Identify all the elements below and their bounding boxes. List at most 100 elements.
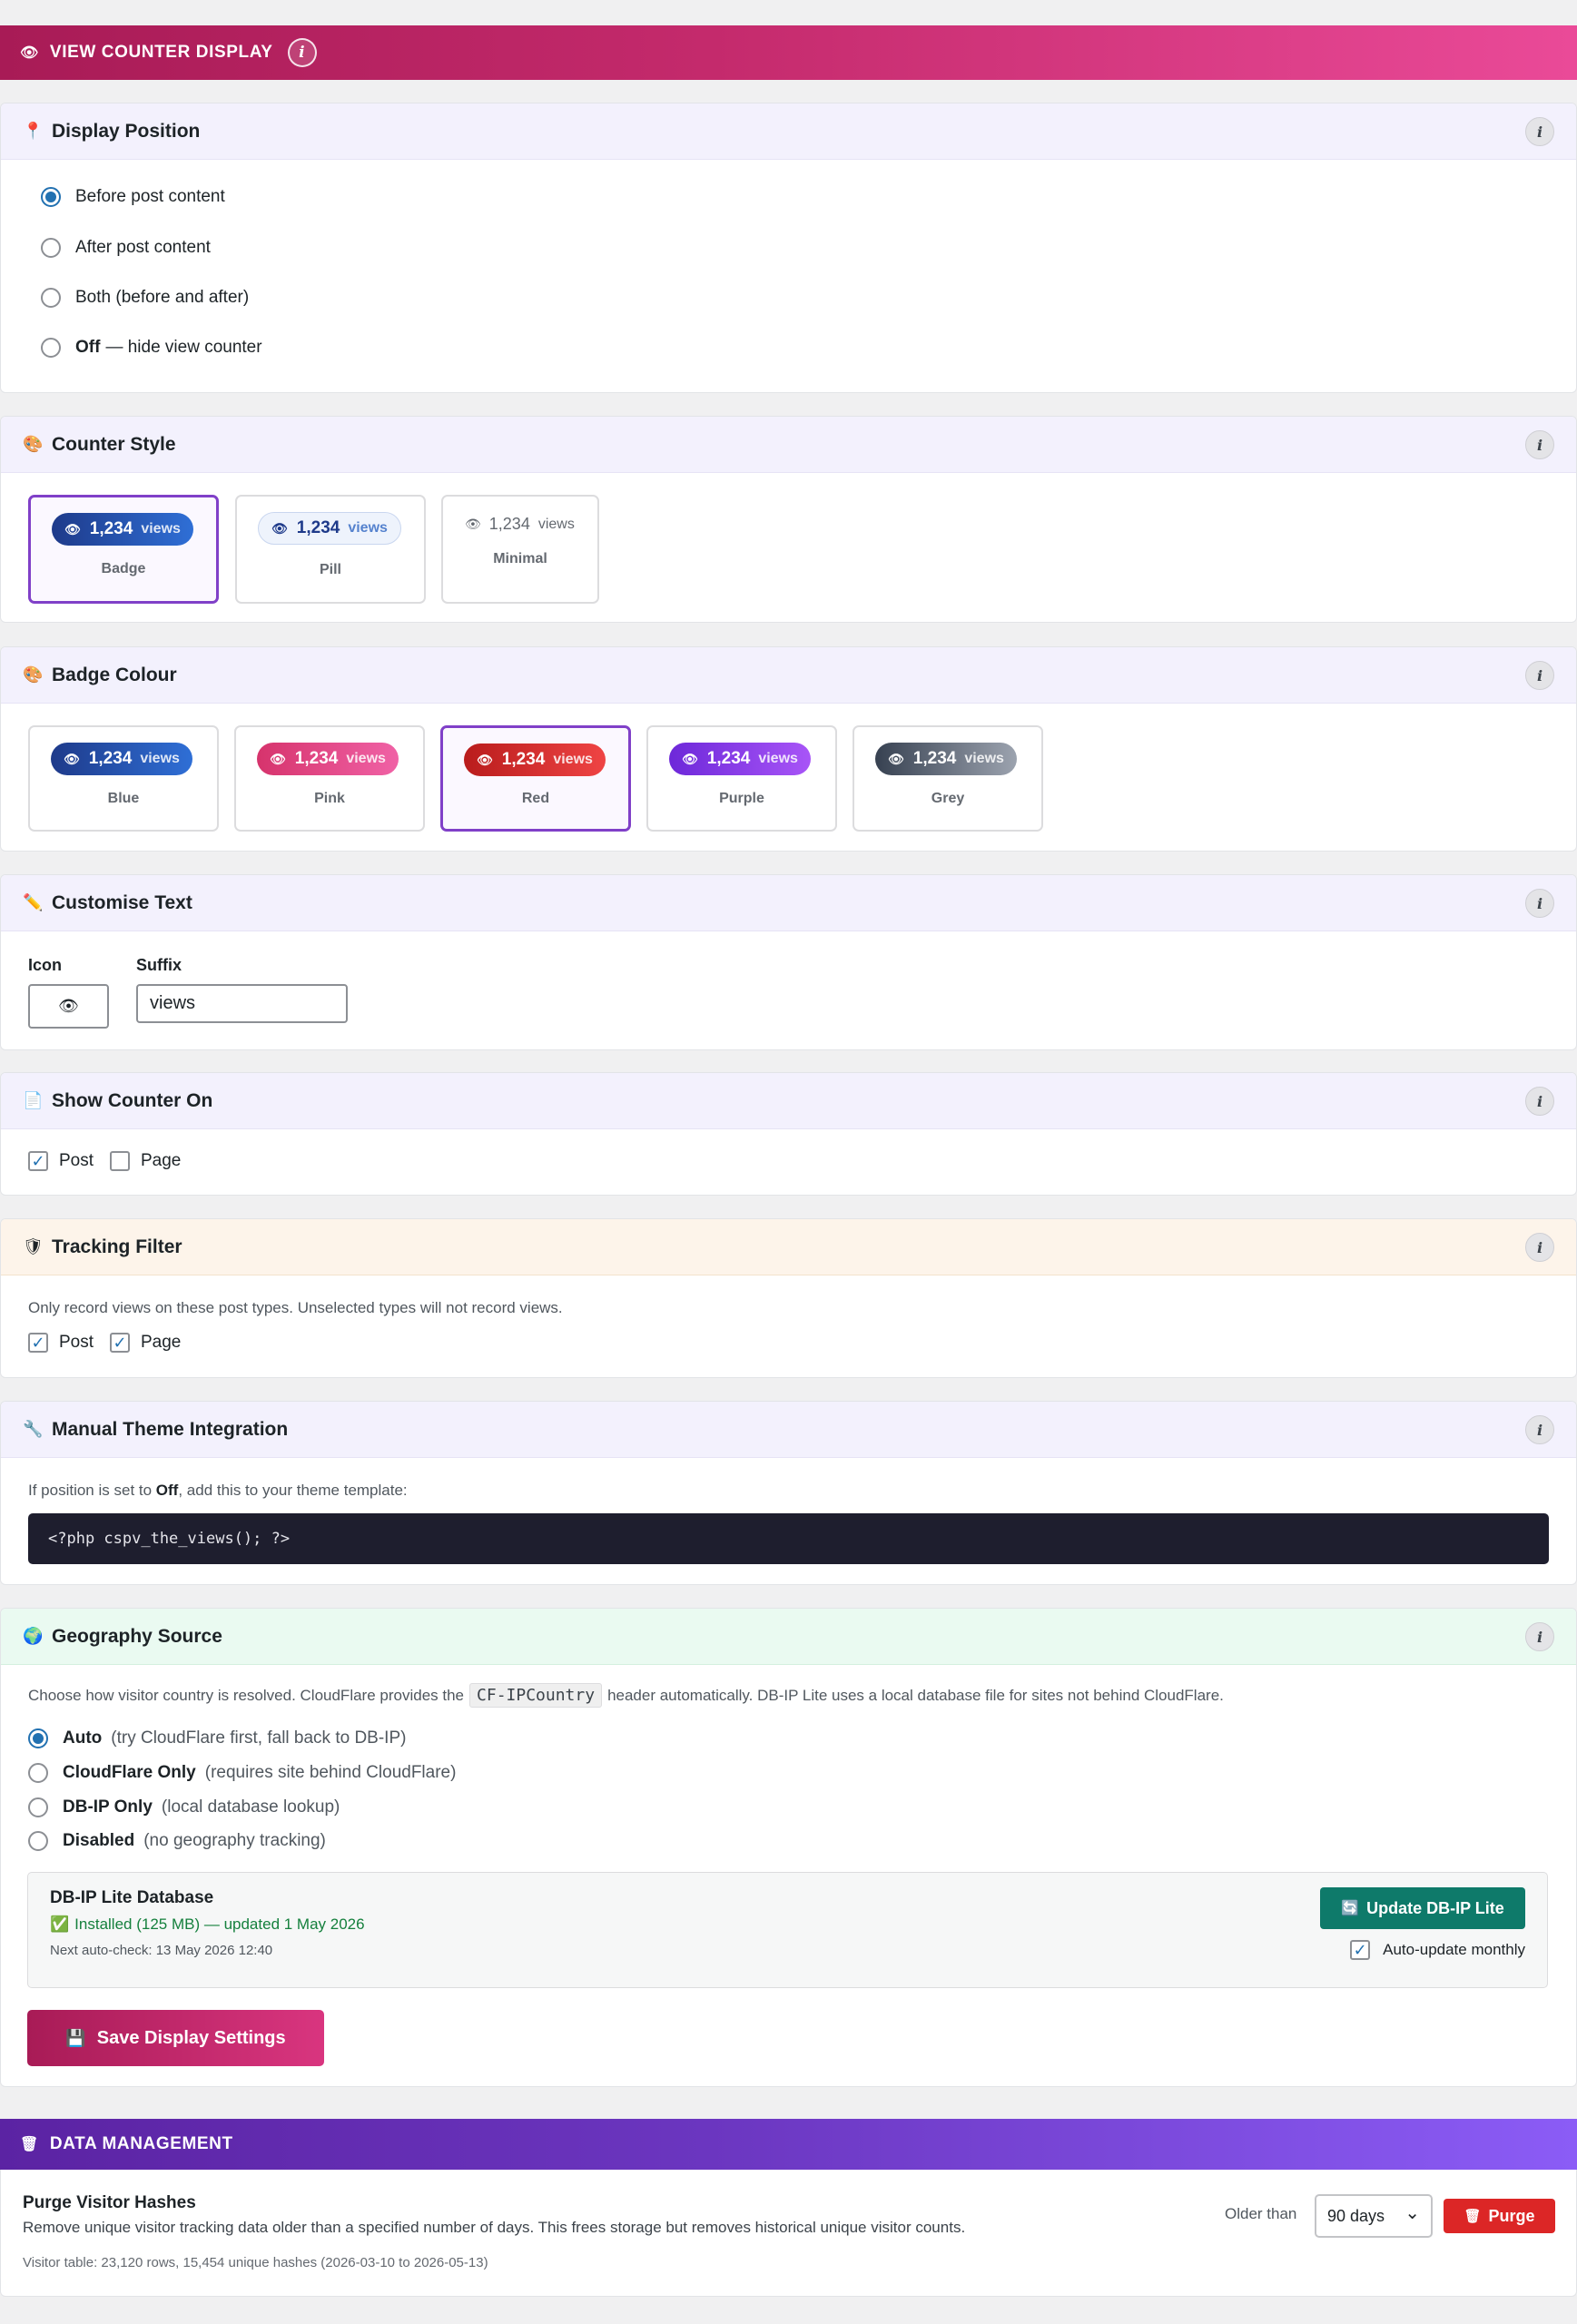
colour-option-pink[interactable]: 👁 1,234 views Pink xyxy=(234,725,425,832)
colour-option-red[interactable]: 👁 1,234 views Red xyxy=(440,725,631,832)
radio-button[interactable] xyxy=(28,1728,48,1748)
eye-icon: 👁 xyxy=(682,751,698,766)
colour-option-grey[interactable]: 👁 1,234 views Grey xyxy=(853,725,1043,832)
pencil-icon: ✏️ xyxy=(23,893,44,911)
preview-suffix: views xyxy=(553,752,593,767)
card-title: Badge Colour xyxy=(52,664,177,685)
db-title: DB-IP Lite Database xyxy=(50,1888,214,1907)
radio-button[interactable] xyxy=(41,238,61,258)
info-icon[interactable]: i xyxy=(1525,1087,1554,1116)
position-option-before[interactable]: Before post content xyxy=(41,187,225,207)
colour-option-purple[interactable]: 👁 1,234 views Purple xyxy=(646,725,837,832)
info-icon[interactable]: i xyxy=(1525,1415,1554,1444)
info-icon[interactable]: i xyxy=(1525,889,1554,918)
info-icon[interactable]: i xyxy=(1525,430,1554,459)
card-title: Geography Source xyxy=(52,1625,222,1647)
info-icon[interactable]: i xyxy=(1525,1233,1554,1262)
card-title: Manual Theme Integration xyxy=(52,1418,289,1440)
style-option-minimal[interactable]: 👁 1,234 views Minimal xyxy=(441,495,599,604)
preview-count: 1,234 xyxy=(706,749,751,768)
icon-field[interactable]: 👁 xyxy=(28,984,109,1029)
eye-icon: 👁 xyxy=(465,517,481,531)
card-title: Counter Style xyxy=(52,433,176,455)
info-icon[interactable]: i xyxy=(1525,1622,1554,1651)
badge-preview: 👁 1,234 views xyxy=(669,743,811,775)
option-label: Page xyxy=(141,1333,182,1352)
auto-update-option[interactable]: ✓ Auto-update monthly xyxy=(1350,1940,1525,1960)
option-label: Both (before and after) xyxy=(75,288,250,307)
style-option-pill[interactable]: 👁 1,234 views Pill xyxy=(235,495,426,604)
chevron-down-icon: ⌄ xyxy=(1405,2203,1420,2223)
radio-button[interactable] xyxy=(41,338,61,358)
info-icon[interactable]: i xyxy=(1525,117,1554,146)
track-page[interactable]: ✓ Page xyxy=(110,1333,181,1353)
card-header: 🌍 Geography Source i xyxy=(1,1609,1576,1665)
style-option-badge[interactable]: 👁 1,234 views Badge xyxy=(28,495,219,604)
show-on-post[interactable]: ✓ Post xyxy=(28,1151,94,1171)
track-post[interactable]: ✓ Post xyxy=(28,1333,94,1353)
card-header: 🎨 Counter Style i xyxy=(1,417,1576,473)
customise-text-card: ✏️ Customise Text i Icon 👁 Suffix views xyxy=(0,874,1577,1050)
geo-option-cloudflare[interactable]: CloudFlare Only (requires site behind Cl… xyxy=(28,1763,456,1783)
header-code: CF-IPCountry xyxy=(469,1683,603,1708)
card-header: 🎨 Badge Colour i xyxy=(1,647,1576,704)
eye-icon: 👁 xyxy=(888,751,904,766)
geo-option-auto[interactable]: Auto (try CloudFlare first, fall back to… xyxy=(28,1728,406,1748)
badge-preview: 👁 1,234 views xyxy=(51,743,192,775)
post-checkbox[interactable]: ✓ xyxy=(28,1333,48,1353)
colour-option-blue[interactable]: 👁 1,234 views Blue xyxy=(28,725,219,832)
card-title: Show Counter On xyxy=(52,1089,213,1111)
colour-caption: Pink xyxy=(314,791,345,806)
preview-suffix: views xyxy=(348,520,388,536)
badge-preview: 👁 1,234 views xyxy=(875,743,1017,775)
pin-icon: 📍 xyxy=(23,122,44,140)
position-option-after[interactable]: After post content xyxy=(41,238,211,258)
show-counter-on-card: 📄 Show Counter On i ✓ Post Page xyxy=(0,1072,1577,1196)
card-header: 🔧 Manual Theme Integration i xyxy=(1,1402,1576,1458)
suffix-input[interactable]: views xyxy=(136,984,348,1023)
card-title: Tracking Filter xyxy=(52,1236,182,1257)
geo-option-disabled[interactable]: Disabled (no geography tracking) xyxy=(28,1831,326,1851)
position-option-both[interactable]: Both (before and after) xyxy=(41,288,249,308)
code-snippet[interactable]: <?php cspv_the_views(); ?> xyxy=(28,1513,1549,1564)
trash-icon: 🗑 xyxy=(1464,2209,1482,2224)
page-icon: 📄 xyxy=(23,1091,44,1109)
radio-button[interactable] xyxy=(28,1831,48,1851)
icon-label: Icon xyxy=(28,956,63,974)
eye-icon: 👁 xyxy=(64,521,81,537)
palette-icon: 🎨 xyxy=(23,435,44,453)
section-title: DATA MANAGEMENT xyxy=(49,2134,233,2153)
eye-icon: 👁 xyxy=(58,997,79,1015)
update-dbip-button[interactable]: 🔄 Update DB-IP Lite xyxy=(1320,1887,1525,1929)
globe-icon: 🌍 xyxy=(23,1627,44,1645)
radio-button[interactable] xyxy=(41,288,61,308)
purge-stats: Visitor table: 23,120 rows, 15,454 uniqu… xyxy=(23,2255,488,2270)
save-display-settings-button[interactable]: 💾 Save Display Settings xyxy=(27,2010,324,2066)
card-header: 📍 Display Position i xyxy=(1,103,1576,160)
page-checkbox[interactable]: ✓ xyxy=(110,1333,130,1353)
auto-update-checkbox[interactable]: ✓ xyxy=(1350,1940,1371,1960)
position-option-off[interactable]: Off — hide view counter xyxy=(41,338,262,358)
option-label: Page xyxy=(141,1151,182,1170)
info-icon[interactable]: i xyxy=(1525,661,1554,690)
preview-count: 1,234 xyxy=(88,749,133,768)
minimal-preview: 👁 1,234 views xyxy=(465,515,575,534)
radio-button[interactable] xyxy=(28,1797,48,1817)
tracking-filter-card: 🛡 Tracking Filter i Only record views on… xyxy=(0,1218,1577,1378)
geo-option-dbip[interactable]: DB-IP Only (local database lookup) xyxy=(28,1797,340,1817)
show-on-page[interactable]: Page xyxy=(110,1151,181,1171)
radio-button[interactable] xyxy=(41,187,61,207)
floppy-icon: 💾 xyxy=(65,2028,86,2047)
purge-description: Remove unique visitor tracking data olde… xyxy=(23,2219,966,2236)
shield-icon: 🛡 xyxy=(23,1237,44,1256)
radio-button[interactable] xyxy=(28,1763,48,1783)
style-caption: Badge xyxy=(101,561,146,576)
data-management-header: 🗑 DATA MANAGEMENT xyxy=(0,2119,1577,2170)
post-checkbox[interactable]: ✓ xyxy=(28,1151,48,1171)
badge-preview: 👁 1,234 views xyxy=(257,743,399,775)
purge-button[interactable]: 🗑 Purge xyxy=(1444,2199,1555,2233)
older-than-select[interactable]: 90 days ⌄ xyxy=(1315,2194,1433,2238)
page-checkbox[interactable] xyxy=(110,1151,130,1171)
option-label: After post content xyxy=(75,238,211,257)
info-icon[interactable]: i xyxy=(287,38,317,67)
